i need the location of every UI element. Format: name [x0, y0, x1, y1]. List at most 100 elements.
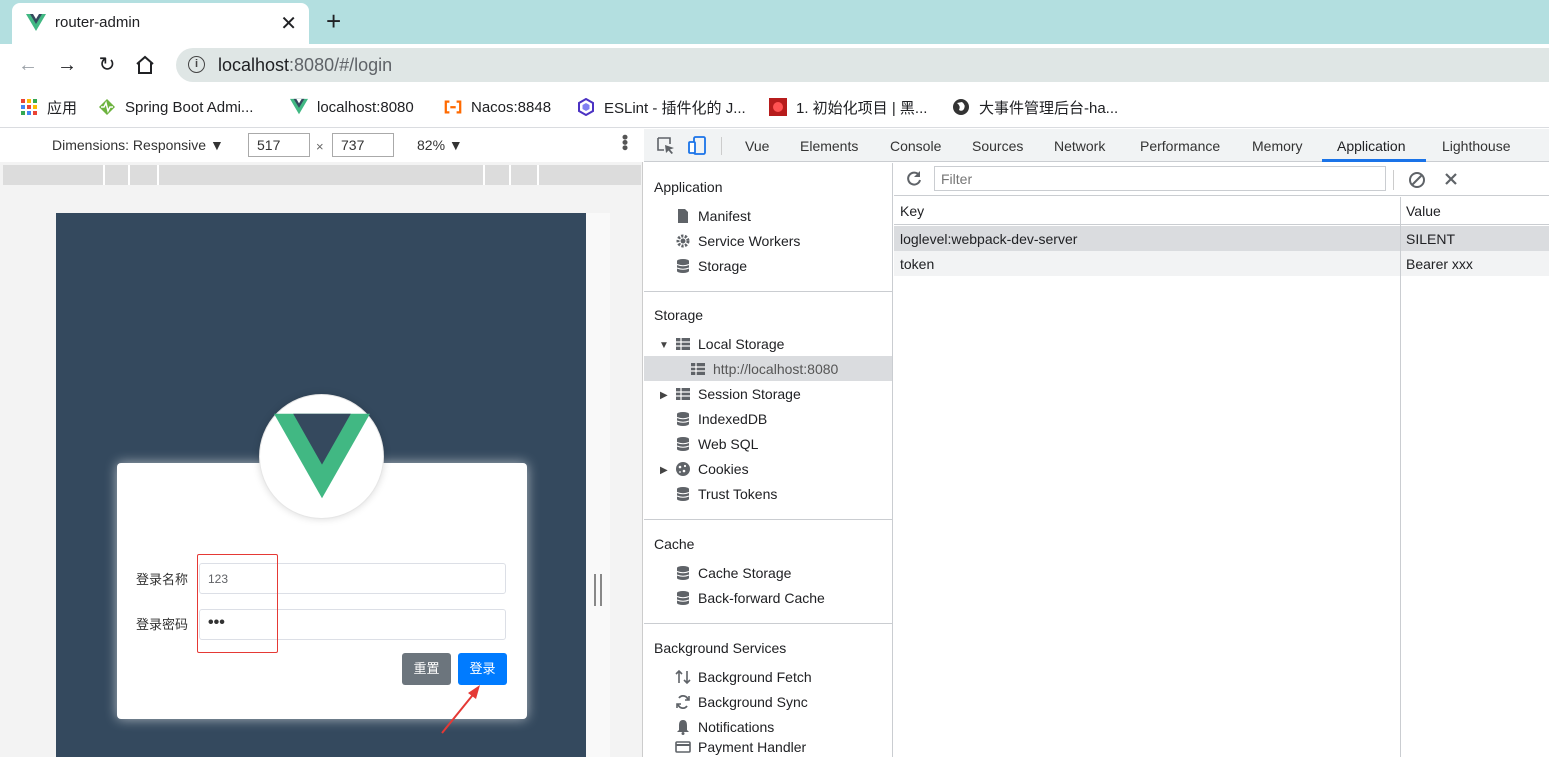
- sidebar-item-background-fetch[interactable]: Background Fetch: [675, 664, 812, 689]
- sidebar-item-service-workers[interactable]: Service Workers: [675, 228, 800, 253]
- bookmark-label: ESLint - 插件化的 J...: [604, 99, 746, 117]
- sidebar-item-manifest[interactable]: Manifest: [675, 203, 751, 228]
- eslint-icon: [578, 98, 594, 116]
- database-icon: [676, 486, 690, 501]
- tab-vue[interactable]: Vue: [745, 138, 769, 154]
- sidebar-item-cache-storage[interactable]: Cache Storage: [675, 560, 791, 585]
- table-row[interactable]: loglevel:webpack-dev-server SILENT: [894, 226, 1549, 251]
- site-info-icon[interactable]: i: [188, 56, 205, 73]
- database-icon: [676, 411, 690, 426]
- device-toggle-icon[interactable]: [688, 136, 708, 156]
- dimensions-dropdown[interactable]: Dimensions: Responsive ▼: [52, 137, 224, 153]
- page-viewport: 登录名称 123 登录密码 ••• 重置 登录: [56, 213, 586, 757]
- bookmark-eslint[interactable]: ESLint - 插件化的 J...: [577, 96, 746, 118]
- forward-icon[interactable]: →: [53, 51, 81, 79]
- inspect-element-icon[interactable]: [656, 136, 676, 156]
- tab-network[interactable]: Network: [1054, 138, 1105, 154]
- sync-icon: [676, 694, 690, 709]
- reload-icon[interactable]: ↻: [93, 51, 121, 79]
- section-divider: [644, 519, 893, 520]
- tab-application[interactable]: Application: [1337, 138, 1406, 154]
- section-cache: Cache: [654, 536, 695, 552]
- tab-elements[interactable]: Elements: [800, 138, 858, 154]
- clear-all-icon[interactable]: [1408, 171, 1426, 189]
- sidebar-item-label: Background Sync: [698, 693, 808, 710]
- sidebar-item-indexeddb[interactable]: IndexedDB: [675, 406, 767, 431]
- vue-icon: [290, 98, 308, 115]
- filter-input[interactable]: [934, 166, 1386, 191]
- sidebar-item-label: Trust Tokens: [698, 485, 778, 502]
- sidebar-item-session-storage[interactable]: Session Storage: [675, 381, 801, 406]
- pulse-icon: [99, 99, 115, 115]
- media-query-ruler[interactable]: [3, 165, 641, 185]
- zoom-dropdown[interactable]: 82% ▼: [417, 137, 463, 153]
- bookmark-init-project[interactable]: 1. 初始化项目 | 黑...: [769, 96, 927, 118]
- url-path: :8080/#/login: [289, 55, 393, 75]
- expand-triangle-icon[interactable]: ▶: [660, 465, 668, 476]
- sidebar-item-label: Local Storage: [698, 335, 785, 352]
- devtools-tab-bar: Vue Elements Console Sources Network Per…: [644, 129, 1549, 162]
- heima-icon: [769, 98, 787, 116]
- new-tab-icon[interactable]: +: [326, 6, 341, 37]
- database-icon: [676, 565, 690, 580]
- bookmark-spring-boot-admin[interactable]: Spring Boot Admi...: [98, 96, 253, 118]
- file-icon: [678, 208, 688, 223]
- tab-sources[interactable]: Sources: [972, 138, 1023, 154]
- tab-lighthouse[interactable]: Lighthouse: [1442, 138, 1511, 154]
- collapse-triangle-icon[interactable]: ▼: [659, 340, 669, 351]
- bookmark-big-event[interactable]: 大事件管理后台-ha...: [952, 96, 1118, 118]
- bookmark-apps[interactable]: 应用: [20, 96, 77, 118]
- viewport-resize-handle[interactable]: [594, 574, 602, 606]
- bookmark-localhost[interactable]: localhost:8080: [290, 96, 414, 118]
- sidebar-item-label: Notifications: [698, 718, 775, 735]
- delete-selected-icon[interactable]: [1444, 172, 1458, 186]
- sidebar-item-cookies[interactable]: Cookies: [675, 456, 749, 481]
- toolbar-separator: [1393, 170, 1394, 190]
- vue-icon: [26, 14, 46, 31]
- expand-triangle-icon[interactable]: ▶: [660, 390, 668, 401]
- sidebar-item-label: http://localhost:8080: [713, 360, 839, 377]
- sidebar-item-local-storage[interactable]: Local Storage: [675, 331, 784, 356]
- row-value: SILENT: [1406, 231, 1456, 247]
- sidebar-item-label: Back-forward Cache: [698, 589, 825, 606]
- home-icon[interactable]: [134, 55, 156, 75]
- login-button[interactable]: 登录: [458, 653, 507, 685]
- column-divider[interactable]: [1400, 197, 1401, 757]
- sidebar-item-notifications[interactable]: Notifications: [675, 714, 774, 739]
- device-emulation-panel: Dimensions: Responsive ▼ 517 × 737 82% ▼…: [0, 129, 643, 757]
- table-icon: [676, 337, 690, 350]
- section-storage: Storage: [654, 307, 704, 323]
- width-input[interactable]: 517: [248, 133, 310, 157]
- back-icon[interactable]: ←: [14, 51, 42, 79]
- tab-memory[interactable]: Memory: [1252, 138, 1303, 154]
- sidebar-item-label: Payment Handler: [698, 739, 807, 755]
- storage-view: Key Value loglevel:webpack-dev-server SI…: [894, 163, 1549, 757]
- column-header-value[interactable]: Value: [1406, 203, 1441, 219]
- browser-tab[interactable]: router-admin ✕: [12, 3, 309, 44]
- gear-icon: [676, 234, 690, 247]
- table-icon: [691, 362, 705, 375]
- sidebar-item-storage[interactable]: Storage: [675, 253, 747, 278]
- sidebar-item-label: Service Workers: [698, 232, 801, 249]
- sidebar-item-payment-handler[interactable]: Payment Handler: [675, 739, 806, 757]
- close-tab-icon[interactable]: ✕: [280, 11, 297, 36]
- viewport-scrollbar[interactable]: [586, 213, 610, 757]
- sidebar-item-back-forward-cache[interactable]: Back-forward Cache: [675, 585, 825, 610]
- tab-performance[interactable]: Performance: [1140, 138, 1220, 154]
- sidebar-item-localhost-8080[interactable]: http://localhost:8080: [644, 356, 892, 381]
- bookmark-label: localhost:8080: [317, 98, 414, 116]
- column-header-key[interactable]: Key: [900, 203, 924, 219]
- refresh-icon[interactable]: [905, 170, 923, 188]
- sidebar-item-trust-tokens[interactable]: Trust Tokens: [675, 481, 777, 506]
- table-row[interactable]: token Bearer xxx: [894, 251, 1549, 276]
- bookmark-nacos[interactable]: Nacos:8848: [444, 96, 551, 118]
- more-options-icon[interactable]: •••: [614, 134, 635, 150]
- bookmark-label: Nacos:8848: [471, 98, 552, 116]
- reset-button[interactable]: 重置: [402, 653, 451, 685]
- address-bar[interactable]: i localhost:8080/#/login: [176, 48, 1549, 82]
- sidebar-item-web-sql[interactable]: Web SQL: [675, 431, 758, 456]
- tab-console[interactable]: Console: [890, 138, 941, 154]
- nacos-icon: [444, 100, 462, 114]
- sidebar-item-background-sync[interactable]: Background Sync: [675, 689, 808, 714]
- height-input[interactable]: 737: [332, 133, 394, 157]
